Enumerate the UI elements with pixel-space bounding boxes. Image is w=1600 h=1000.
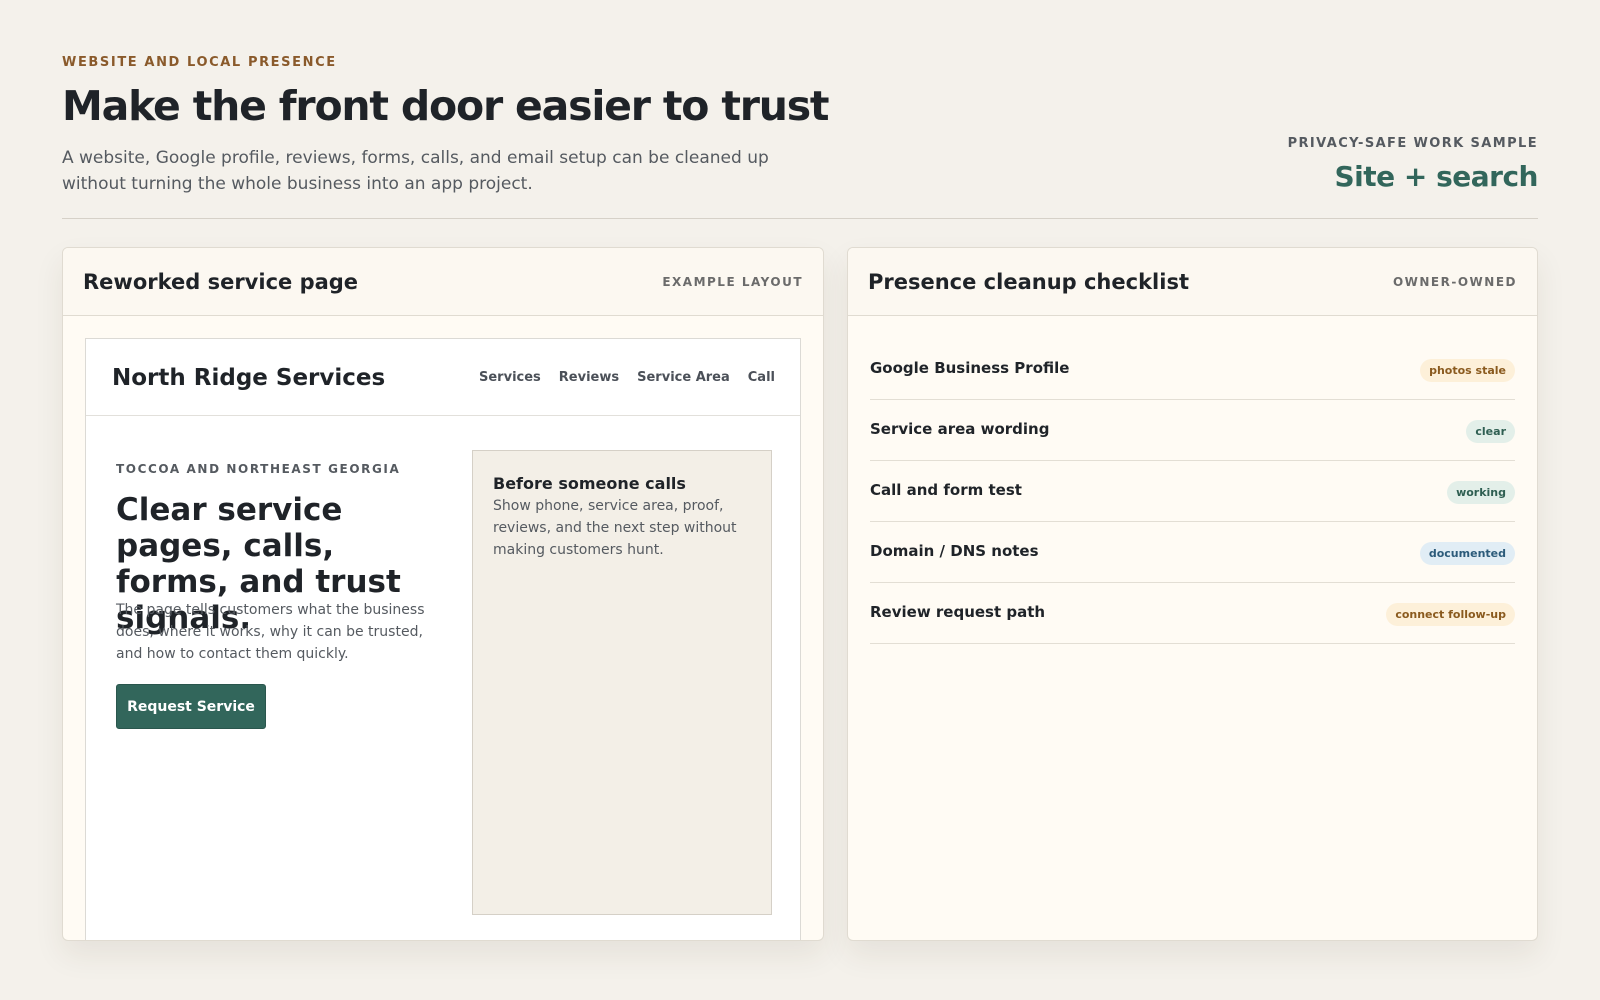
checklist-item: Domain / DNS notes documented <box>870 522 1515 583</box>
card-tag: OWNER-OWNED <box>1392 275 1517 289</box>
service-page-card: Reworked service page EXAMPLE LAYOUT Nor… <box>62 247 824 941</box>
mock-nav-links: Services Reviews Service Area Call <box>479 370 775 385</box>
card-header: Presence cleanup checklist OWNER-OWNED <box>848 248 1537 316</box>
nav-link-service-area[interactable]: Service Area <box>637 370 730 385</box>
status-badge: photos stale <box>1420 359 1515 382</box>
page-title: Make the front door easier to trust <box>62 82 830 130</box>
sample-title: Site + search <box>1334 160 1539 193</box>
status-badge: documented <box>1419 542 1515 565</box>
aside-text: Show phone, service area, proof, reviews… <box>493 498 737 558</box>
hero-text: The page tells customers what the busine… <box>116 602 425 662</box>
page-header: WEBSITE AND LOCAL PRESENCE Make the fron… <box>62 0 1538 219</box>
before-call-panel: Before someone calls Show phone, service… <box>472 450 772 915</box>
section-eyebrow: WEBSITE AND LOCAL PRESENCE <box>62 55 337 70</box>
checklist-item-label: Domain / DNS notes <box>870 542 1039 560</box>
card-tag: EXAMPLE LAYOUT <box>662 275 803 289</box>
aside-title: Before someone calls <box>493 474 686 493</box>
nav-link-reviews[interactable]: Reviews <box>559 370 619 385</box>
request-service-button[interactable]: Request Service <box>116 684 266 729</box>
card-title: Reworked service page <box>83 270 359 294</box>
card-header: Reworked service page EXAMPLE LAYOUT <box>63 248 823 316</box>
page-lede: A website, Google profile, reviews, form… <box>62 148 769 194</box>
brand-name: North Ridge Services <box>112 365 386 391</box>
checklist-item-label: Call and form test <box>870 481 1022 499</box>
nav-link-call[interactable]: Call <box>748 370 775 385</box>
status-badge: working <box>1447 481 1515 504</box>
checklist-item: Service area wording clear <box>870 400 1515 461</box>
nav-link-services[interactable]: Services <box>479 370 541 385</box>
checklist-item: Call and form test working <box>870 461 1515 522</box>
card-title: Presence cleanup checklist <box>868 270 1189 294</box>
mock-navbar: North Ridge Services Services Reviews Se… <box>86 339 800 416</box>
service-page-mockup: North Ridge Services Services Reviews Se… <box>85 338 801 940</box>
status-badge: connect follow-up <box>1386 603 1515 626</box>
status-badge: clear <box>1466 420 1515 443</box>
sample-kicker: PRIVACY-SAFE WORK SAMPLE <box>1287 136 1538 151</box>
checklist-item-label: Review request path <box>870 603 1046 621</box>
checklist-item: Review request path connect follow-up <box>870 583 1515 644</box>
checklist: Google Business Profile photos stale Ser… <box>870 339 1515 644</box>
checklist-item-label: Google Business Profile <box>870 359 1070 377</box>
checklist-item-label: Service area wording <box>870 420 1050 438</box>
checklist-item: Google Business Profile photos stale <box>870 339 1515 400</box>
checklist-card: Presence cleanup checklist OWNER-OWNED G… <box>847 247 1538 941</box>
hero-eyebrow: TOCCOA AND NORTHEAST GEORGIA <box>116 462 401 476</box>
